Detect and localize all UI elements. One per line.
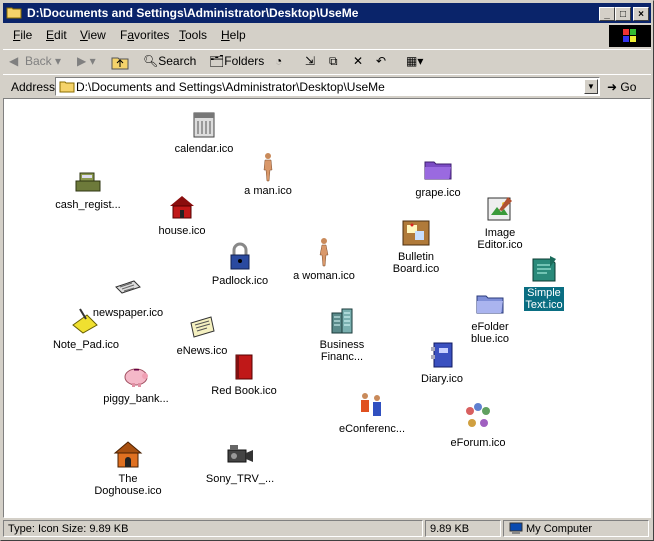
title-bar[interactable]: D:\Documents and Settings\Administrator\… [3,3,651,23]
standard-toolbar: ◀ Back ▾ ▶ ▾ 🔍︎Search 🗂︎Folders ◔ ⇲ ⧉ ✕ ↶… [3,49,651,75]
back-button[interactable]: ◀ Back ▾ [9,54,61,68]
file-item[interactable]: Bulletin Board.ico [366,217,466,275]
go-arrow-icon: ➜ [607,80,618,94]
move-to-icon: ⇲ [305,54,316,68]
back-arrow-icon: ◀ [9,54,19,68]
file-item[interactable]: eForum.ico [428,401,528,449]
file-item[interactable]: Red Book.ico [194,351,294,397]
forward-button[interactable]: ▶ ▾ [77,54,96,68]
bulletin-board-icon [402,220,430,246]
history-button[interactable]: ◔ [275,54,282,68]
views-button[interactable]: ▦▾ [406,54,423,68]
conference-people-icon [361,393,381,416]
up-folder-icon [111,57,129,70]
address-bar: Address D:\Documents and Settings\Admini… [3,74,651,99]
windows-logo-icon [609,25,651,47]
file-item[interactable]: Padlock.ico [190,241,290,287]
close-button[interactable]: × [633,7,649,21]
up-folder-button[interactable] [111,54,129,73]
enews-icon [190,316,215,338]
file-item[interactable]: cash_regist... [38,165,138,211]
red-book-icon [235,354,253,380]
cash-register-icon [75,172,101,192]
camcorder-icon [227,445,253,463]
status-size-text: 9.89 KB [425,520,501,537]
notepad-icon [72,308,98,334]
forward-arrow-icon: ▶ [77,54,87,68]
status-zone: My Computer [503,520,649,537]
menu-favorites[interactable]: Favorites [120,28,169,42]
menu-view[interactable]: View [80,28,106,42]
address-input[interactable]: D:\Documents and Settings\Administrator\… [55,77,600,96]
minimize-button[interactable]: _ [599,7,615,21]
move-to-button[interactable]: ⇲ [305,54,315,68]
folders-icon: 🗂︎ [209,54,225,68]
address-folder-icon [59,81,75,93]
folder-icon [6,5,22,19]
menu-bar: File Edit View Favorites Tools Help [3,25,603,45]
image-editor-icon [487,197,512,221]
maximize-button[interactable]: □ [615,7,631,21]
menu-help[interactable]: Help [221,28,246,42]
piggy-bank-icon [124,368,148,387]
menu-edit[interactable]: Edit [46,28,67,42]
file-item[interactable]: piggy_bank... [86,359,186,405]
file-item[interactable]: eConferenc... [322,389,422,435]
go-button[interactable]: ➜ Go [607,80,636,94]
views-grid-icon: ▦▾ [406,54,424,68]
blue-folder-icon [476,295,504,314]
man-figure-icon [263,153,273,182]
search-icon: 🔍︎ [143,54,159,68]
newspaper-icon [115,280,141,294]
history-icon: ◔ [275,54,283,68]
folders-button[interactable]: 🗂︎Folders [209,54,264,68]
house-icon [170,196,194,219]
forum-people-icon [466,403,490,427]
file-item[interactable]: eFolder blue.ico [440,287,540,345]
address-dropdown-button[interactable]: ▼ [584,79,598,94]
delete-button[interactable]: ✕ [353,54,363,68]
file-item[interactable]: calendar.ico [154,109,254,155]
file-item[interactable]: Diary.ico [392,339,492,385]
explorer-window: D:\Documents and Settings\Administrator\… [0,0,654,541]
undo-button[interactable]: ↶ [376,54,386,68]
address-label: Address [11,80,56,94]
doghouse-icon [113,441,143,468]
status-bar: Type: Icon Size: 9.89 KB 9.89 KB My Comp… [3,519,651,539]
padlock-icon [230,242,250,270]
file-item[interactable]: Business Financ... [292,305,392,363]
search-button[interactable]: 🔍︎Search [143,54,196,68]
delete-x-icon: ✕ [353,54,364,68]
file-view[interactable]: calendar.ico a man.ico grape.ico cash_re… [3,98,651,518]
menu-file[interactable]: File [13,28,32,42]
diary-icon [431,342,453,368]
window-title: D:\Documents and Settings\Administrator\… [27,6,359,20]
my-computer-icon [509,522,523,534]
file-item[interactable]: house.ico [132,191,232,237]
undo-icon: ↶ [376,54,387,68]
simple-text-icon [532,256,556,282]
file-item[interactable]: The Doghouse.ico [78,439,178,497]
file-item[interactable]: Note_Pad.ico [36,305,136,351]
purple-folder-icon [424,161,452,180]
status-type-text: Type: Icon Size: 9.89 KB [3,520,423,537]
file-item[interactable]: Sony_TRV_... [190,439,290,485]
calendar-icon [193,112,215,138]
file-item[interactable]: a man.ico [218,151,318,197]
copy-to-icon: ⧉ [329,54,338,68]
business-buildings-icon [331,308,353,334]
menu-tools[interactable]: Tools [179,28,207,42]
woman-figure-icon [319,238,329,267]
copy-to-button[interactable]: ⧉ [329,54,338,69]
